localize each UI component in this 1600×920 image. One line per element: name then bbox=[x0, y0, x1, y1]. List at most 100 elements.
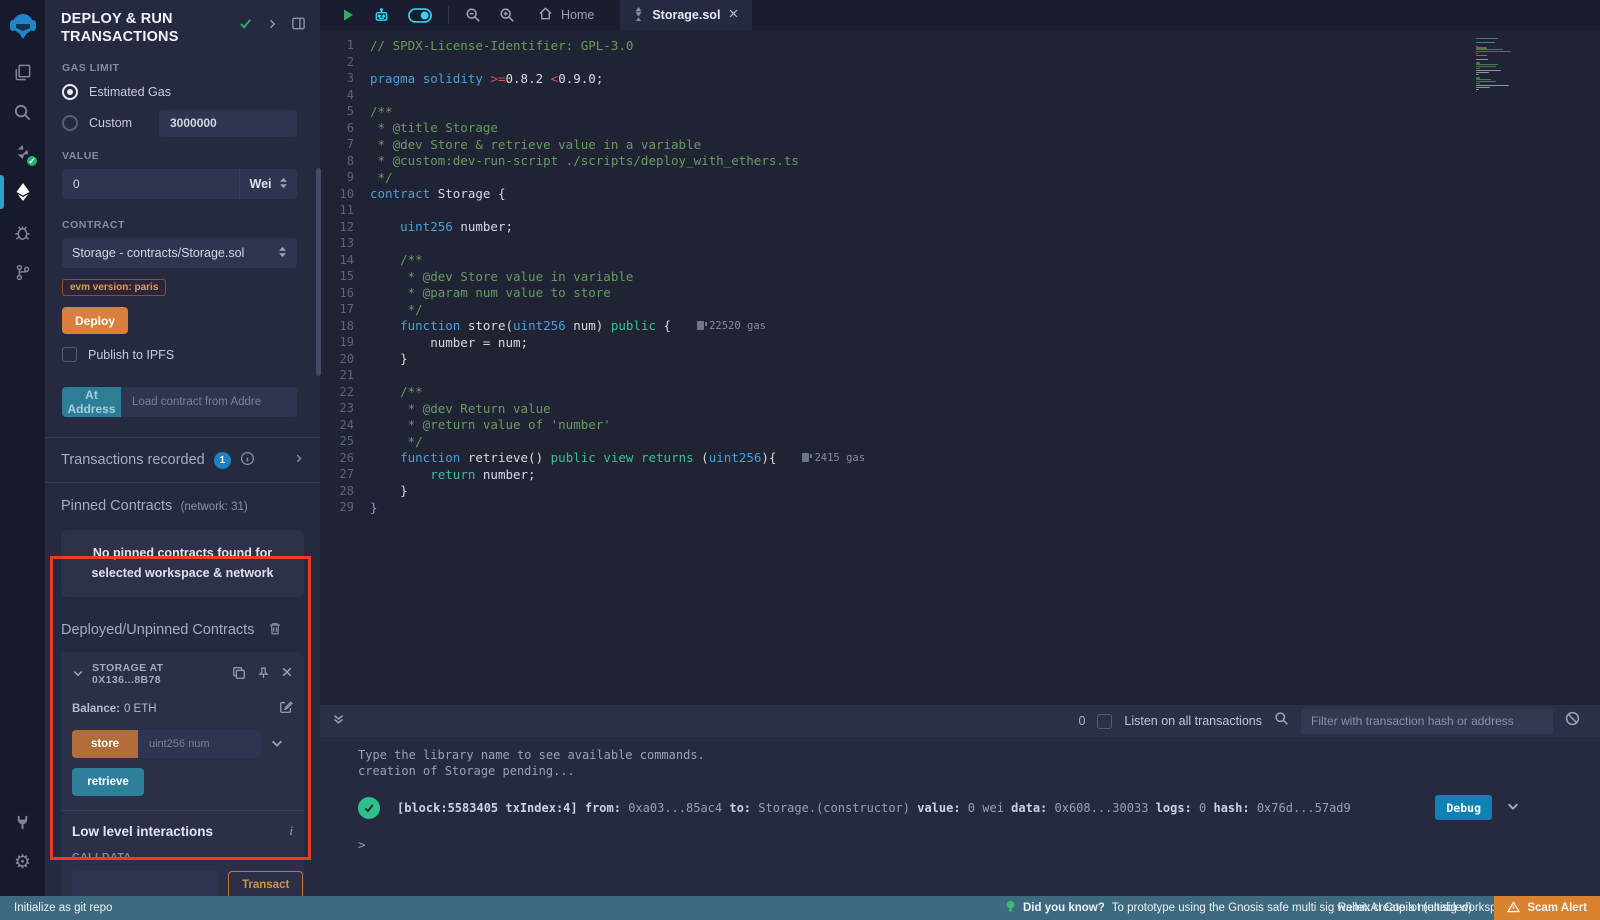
gear-icon: ⚙ bbox=[14, 853, 31, 872]
code-text: } bbox=[370, 500, 378, 515]
code-line[interactable]: 6 * @title Storage bbox=[320, 120, 1600, 137]
code-line[interactable]: 21 bbox=[320, 367, 1600, 384]
chevron-right-icon[interactable] bbox=[293, 453, 304, 467]
code-line[interactable]: 20 } bbox=[320, 351, 1600, 368]
code-line[interactable]: 1// SPDX-License-Identifier: GPL-3.0 bbox=[320, 37, 1600, 54]
chevron-down-icon[interactable] bbox=[270, 736, 284, 753]
code-lines: 1// SPDX-License-Identifier: GPL-3.023pr… bbox=[320, 37, 1600, 516]
line-number: 9 bbox=[320, 170, 370, 184]
close-icon[interactable] bbox=[281, 666, 293, 683]
terminal-line: Type the library name to see available c… bbox=[358, 747, 1600, 763]
code-line[interactable]: 3pragma solidity >=0.8.2 <0.9.0; bbox=[320, 70, 1600, 87]
code-line[interactable]: 24 * @return value of 'number' bbox=[320, 417, 1600, 434]
calldata-label: CALLDATA bbox=[72, 851, 293, 863]
plugin-manager-icon[interactable] bbox=[0, 802, 45, 842]
copilot-status[interactable]: RemixAI Copilot (enabled) bbox=[1338, 896, 1472, 920]
code-editor[interactable]: 1// SPDX-License-Identifier: GPL-3.023pr… bbox=[320, 30, 1600, 705]
code-text: * @title Storage bbox=[370, 120, 498, 135]
expand-tx-icon[interactable] bbox=[1506, 798, 1520, 817]
info-circle-icon[interactable] bbox=[240, 451, 255, 469]
code-line[interactable]: 9 */ bbox=[320, 169, 1600, 186]
code-line[interactable]: 15 * @dev Store value in variable bbox=[320, 268, 1600, 285]
zoom-out-icon[interactable] bbox=[456, 0, 490, 30]
value-unit-select[interactable]: Wei bbox=[239, 169, 297, 199]
debug-button[interactable]: Debug bbox=[1435, 795, 1492, 820]
tab-close-icon[interactable] bbox=[728, 8, 739, 22]
code-line[interactable]: 29} bbox=[320, 499, 1600, 516]
value-input[interactable] bbox=[62, 169, 239, 199]
git-icon[interactable] bbox=[0, 252, 45, 292]
clear-console-icon[interactable] bbox=[1565, 711, 1580, 731]
at-address-button[interactable]: At Address bbox=[62, 387, 121, 417]
code-line[interactable]: 17 */ bbox=[320, 301, 1600, 318]
custom-gas-option[interactable]: Custom bbox=[62, 112, 297, 134]
code-line[interactable]: 19 number = num; bbox=[320, 334, 1600, 351]
solidity-compiler-icon[interactable]: ✓ bbox=[0, 132, 45, 172]
estimated-gas-option[interactable]: Estimated Gas bbox=[62, 81, 297, 103]
collapse-terminal-icon[interactable] bbox=[332, 712, 345, 731]
terminal-header[interactable]: 0 Listen on all transactions bbox=[320, 705, 1600, 737]
edit-icon[interactable] bbox=[279, 700, 293, 717]
info-icon[interactable]: i bbox=[289, 823, 293, 839]
remix-logo-icon[interactable] bbox=[0, 0, 45, 52]
pin-panel-icon[interactable] bbox=[291, 16, 306, 34]
line-number: 1 bbox=[320, 38, 370, 52]
code-line[interactable]: 12 uint256 number; bbox=[320, 219, 1600, 236]
terminal-filter-input[interactable] bbox=[1301, 709, 1553, 734]
code-line[interactable]: 28 } bbox=[320, 483, 1600, 500]
search-icon[interactable] bbox=[0, 92, 45, 132]
code-line[interactable]: 13 bbox=[320, 235, 1600, 252]
transactions-recorded-row[interactable]: Transactions recorded 1 bbox=[45, 437, 320, 482]
settings-icon[interactable]: ⚙ bbox=[0, 842, 45, 882]
listen-all-checkbox[interactable] bbox=[1097, 714, 1112, 729]
code-line[interactable]: 7 * @dev Store & retrieve value in a var… bbox=[320, 136, 1600, 153]
terminal[interactable]: Type the library name to see available c… bbox=[320, 737, 1600, 896]
file-explorer-icon[interactable] bbox=[0, 52, 45, 92]
code-line[interactable]: 10contract Storage { bbox=[320, 186, 1600, 203]
panel-scrollbar[interactable] bbox=[316, 168, 321, 376]
tab-storage-sol[interactable]: Storage.sol bbox=[620, 0, 752, 30]
chevron-down-icon[interactable] bbox=[72, 667, 84, 682]
code-line[interactable]: 11 bbox=[320, 202, 1600, 219]
minimap[interactable] bbox=[1476, 38, 1560, 92]
tx-success-icon bbox=[358, 797, 380, 819]
terminal-prompt[interactable]: > bbox=[358, 837, 1600, 852]
pin-icon[interactable] bbox=[257, 666, 270, 683]
scam-alert-button[interactable]: Scam Alert bbox=[1494, 896, 1600, 920]
copy-icon[interactable] bbox=[232, 666, 246, 683]
retrieve-function-button[interactable]: retrieve bbox=[72, 768, 144, 796]
tab-home[interactable]: Home bbox=[524, 0, 608, 30]
publish-ipfs-option[interactable]: Publish to IPFS bbox=[62, 347, 297, 362]
deploy-button[interactable]: Deploy bbox=[62, 307, 128, 334]
code-line[interactable]: 16 * @param num value to store bbox=[320, 285, 1600, 302]
store-function-button[interactable]: store bbox=[72, 730, 138, 758]
run-script-icon[interactable] bbox=[332, 0, 364, 30]
code-line[interactable]: 27 return number; bbox=[320, 466, 1600, 483]
deploy-and-run-icon[interactable] bbox=[0, 172, 45, 212]
code-line[interactable]: 4 bbox=[320, 87, 1600, 104]
at-address-input[interactable] bbox=[121, 387, 297, 417]
code-line[interactable]: 18 function store(uint256 num) public {2… bbox=[320, 318, 1600, 335]
code-line[interactable]: 2 bbox=[320, 54, 1600, 71]
trash-icon[interactable] bbox=[268, 621, 282, 639]
debugger-icon[interactable] bbox=[0, 212, 45, 252]
code-line[interactable]: 25 */ bbox=[320, 433, 1600, 450]
custom-gas-input[interactable] bbox=[159, 110, 297, 137]
copilot-toggle-icon[interactable] bbox=[399, 0, 441, 30]
divider bbox=[448, 6, 449, 24]
store-argument-input[interactable] bbox=[138, 730, 261, 758]
chevron-right-icon[interactable] bbox=[266, 18, 278, 33]
ai-copilot-robot-icon[interactable] bbox=[364, 0, 399, 30]
low-level-interactions-title: Low level interactions bbox=[72, 824, 213, 839]
code-line[interactable]: 14 /** bbox=[320, 252, 1600, 269]
code-line[interactable]: 26 function retrieve() public view retur… bbox=[320, 450, 1600, 467]
git-init-button[interactable]: Initialize as git repo bbox=[14, 896, 112, 920]
zoom-in-icon[interactable] bbox=[490, 0, 524, 30]
code-line[interactable]: 5/** bbox=[320, 103, 1600, 120]
contract-select[interactable]: Storage - contracts/Storage.sol bbox=[62, 238, 297, 268]
code-line[interactable]: 22 /** bbox=[320, 384, 1600, 401]
value-label: VALUE bbox=[62, 150, 297, 162]
transaction-log-row[interactable]: [block:5583405 txIndex:4] from: 0xa03...… bbox=[358, 795, 1600, 820]
code-line[interactable]: 8 * @custom:dev-run-script ./scripts/dep… bbox=[320, 153, 1600, 170]
code-line[interactable]: 23 * @dev Return value bbox=[320, 400, 1600, 417]
